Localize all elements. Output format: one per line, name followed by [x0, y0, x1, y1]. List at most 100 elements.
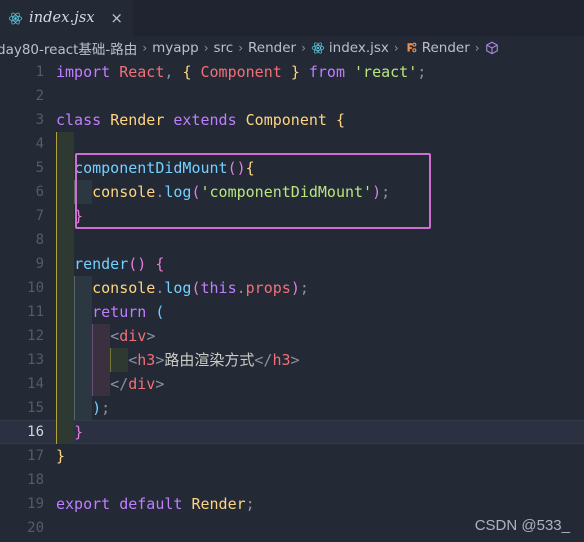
code-line[interactable]: 2	[0, 84, 584, 108]
tab-bar-empty-area	[132, 0, 584, 36]
line-number: 15	[27, 400, 44, 416]
code-line-content: <div>	[54, 324, 584, 348]
code-line[interactable]: 1 import React, { Component } from 'react…	[0, 60, 584, 84]
breadcrumb-item-day80-react[interactable]: day80-react基础-路由	[0, 38, 137, 58]
code-line-content: </div>	[54, 372, 584, 396]
code-line-content: }	[54, 420, 584, 444]
line-number: 7	[35, 208, 44, 224]
code-token: .	[236, 279, 246, 297]
code-token: Component	[245, 111, 327, 129]
breadcrumb: day80-react基础-路由 › myapp › src › Render › index.…	[0, 36, 584, 60]
code-token: }	[74, 207, 84, 225]
code-line-content: return (	[54, 300, 584, 324]
line-number: 3	[35, 112, 44, 128]
breadcrumb-separator: ›	[238, 41, 244, 55]
code-line[interactable]: 4	[0, 132, 584, 156]
line-number: 4	[35, 136, 44, 152]
code-token: ;	[299, 279, 309, 297]
line-number: 1	[35, 64, 44, 80]
code-token: (	[155, 303, 165, 321]
code-line-content: );	[54, 396, 584, 420]
code-line-content: console.log(this.props);	[54, 276, 584, 300]
code-token: extends	[173, 111, 237, 129]
code-token: Render	[191, 495, 246, 513]
code-token: >	[146, 327, 156, 345]
breadcrumb-item-src[interactable]: src	[214, 40, 234, 56]
code-line[interactable]: 10 console.log(this.props);	[0, 276, 584, 300]
editor-tab-index-jsx[interactable]: index.jsx ×	[0, 0, 133, 36]
react-icon	[311, 41, 325, 55]
code-token: log	[164, 183, 192, 201]
code-line[interactable]: 15 );	[0, 396, 584, 420]
code-token: </	[254, 351, 273, 369]
code-token: }	[56, 447, 66, 465]
code-token: }	[290, 63, 300, 81]
code-line-content: render() {	[54, 252, 584, 276]
breadcrumb-item-render[interactable]: Render	[404, 40, 470, 56]
code-line[interactable]: 16 }	[0, 420, 584, 444]
breadcrumb-item-label: src	[213, 40, 234, 56]
code-line-content	[54, 132, 584, 156]
code-token: 'componentDidMount'	[200, 183, 373, 201]
line-number: 10	[27, 280, 44, 296]
code-editor[interactable]: 1 import React, { Component } from 'react…	[0, 60, 584, 542]
code-line[interactable]: 19 export default Render;	[0, 492, 584, 516]
watermark: CSDN @533_	[474, 517, 570, 534]
close-icon[interactable]: ×	[109, 10, 125, 26]
code-line[interactable]: 5 componentDidMount(){	[0, 156, 584, 180]
code-line[interactable]: 9 render() {	[0, 252, 584, 276]
code-token: ;	[417, 63, 427, 81]
breadcrumb-item-symbol[interactable]	[485, 41, 499, 55]
code-line[interactable]: 7 }	[0, 204, 584, 228]
line-number: 16	[27, 424, 44, 440]
breadcrumb-item-label: Render	[248, 40, 297, 56]
code-line[interactable]: 3 class Render extends Component {	[0, 108, 584, 132]
code-line[interactable]: 17}	[0, 444, 584, 468]
code-line[interactable]: 18	[0, 468, 584, 492]
breadcrumb-item-index-jsx[interactable]: index.jsx	[311, 40, 389, 56]
code-line[interactable]: 13 <h3>路由渲染方式</h3>	[0, 348, 584, 372]
code-token: React	[119, 63, 165, 81]
breadcrumb-separator: ›	[301, 41, 306, 55]
line-number: 13	[27, 352, 44, 368]
code-token: <	[128, 351, 138, 369]
code-line-content: class Render extends Component {	[54, 108, 584, 132]
code-token: div	[119, 327, 147, 345]
code-line[interactable]: 8	[0, 228, 584, 252]
react-icon	[8, 11, 23, 26]
breadcrumb-item-label: myapp	[152, 40, 199, 56]
vscode-editor-window: index.jsx × day80-react基础-路由 › myapp › src › R…	[0, 0, 584, 542]
code-token: ()	[227, 159, 246, 177]
code-token: export	[56, 495, 111, 513]
code-token: console	[92, 183, 156, 201]
code-token: Render	[110, 111, 165, 129]
code-line[interactable]: 14 </div>	[0, 372, 584, 396]
editor-tab-bar: index.jsx ×	[0, 0, 584, 36]
code-line[interactable]: 11 return (	[0, 300, 584, 324]
breadcrumb-item-render[interactable]: Render	[248, 40, 296, 56]
code-line[interactable]: 6 console.log('componentDidMount');	[0, 180, 584, 204]
line-number: 18	[27, 472, 44, 488]
code-token: ()	[128, 255, 147, 273]
code-token: )	[92, 399, 102, 417]
breadcrumb-item-label: index.jsx	[328, 40, 389, 56]
breadcrumb-separator: ›	[142, 41, 148, 55]
line-number: 6	[35, 184, 44, 200]
code-token: >	[290, 351, 300, 369]
code-line[interactable]: 12 <div>	[0, 324, 584, 348]
code-token: )	[290, 279, 300, 297]
code-token: default	[119, 495, 183, 513]
breadcrumb-item-myapp[interactable]: myapp	[152, 40, 199, 56]
code-token: console	[92, 279, 156, 297]
cube-icon	[485, 41, 499, 55]
code-token: this	[200, 279, 237, 297]
code-token: Component	[200, 63, 282, 81]
